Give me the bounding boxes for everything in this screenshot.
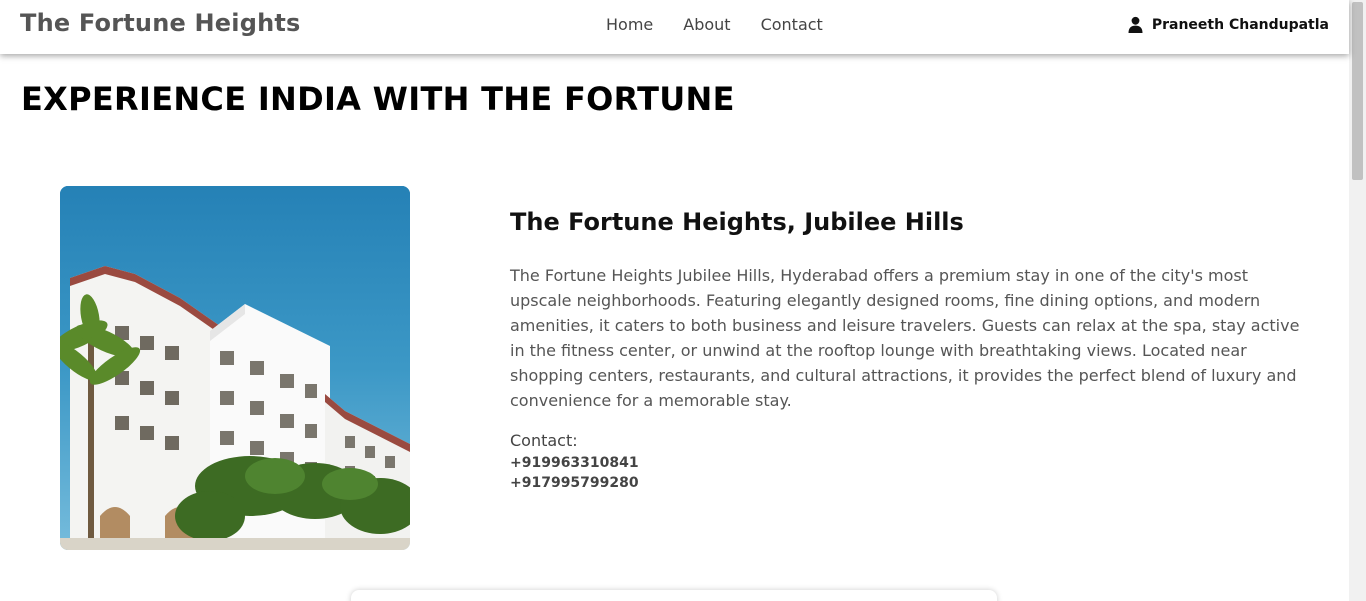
next-card: [351, 590, 997, 601]
nav-link-home[interactable]: Home: [606, 15, 653, 34]
nav-link-about[interactable]: About: [683, 15, 730, 34]
nav-links: Home About Contact: [606, 15, 853, 34]
user-name: Praneeth Chandupatla: [1151, 16, 1329, 33]
hotel-image: [60, 186, 410, 550]
phone-number[interactable]: +917995799280: [510, 475, 639, 491]
page: The Fortune Heights Home About Contact P…: [0, 0, 1366, 601]
hotel-name: The Fortune Heights, Jubilee Hills: [510, 208, 964, 236]
phone-number[interactable]: +919963310841: [510, 455, 639, 471]
brand-logo-text[interactable]: The Fortune Heights: [20, 9, 301, 37]
nav-link-contact[interactable]: Contact: [761, 15, 823, 34]
user-icon: [1127, 16, 1144, 33]
scrollbar[interactable]: [1349, 0, 1366, 601]
hotel-description: The Fortune Heights Jubilee Hills, Hyder…: [510, 266, 1300, 410]
scrollbar-thumb[interactable]: [1352, 2, 1363, 180]
user-menu[interactable]: Praneeth Chandupatla: [1127, 16, 1329, 33]
navbar: The Fortune Heights Home About Contact P…: [0, 0, 1349, 54]
contact-label: Contact:: [510, 431, 578, 450]
page-title: EXPERIENCE INDIA WITH THE FORTUNE: [21, 80, 735, 118]
